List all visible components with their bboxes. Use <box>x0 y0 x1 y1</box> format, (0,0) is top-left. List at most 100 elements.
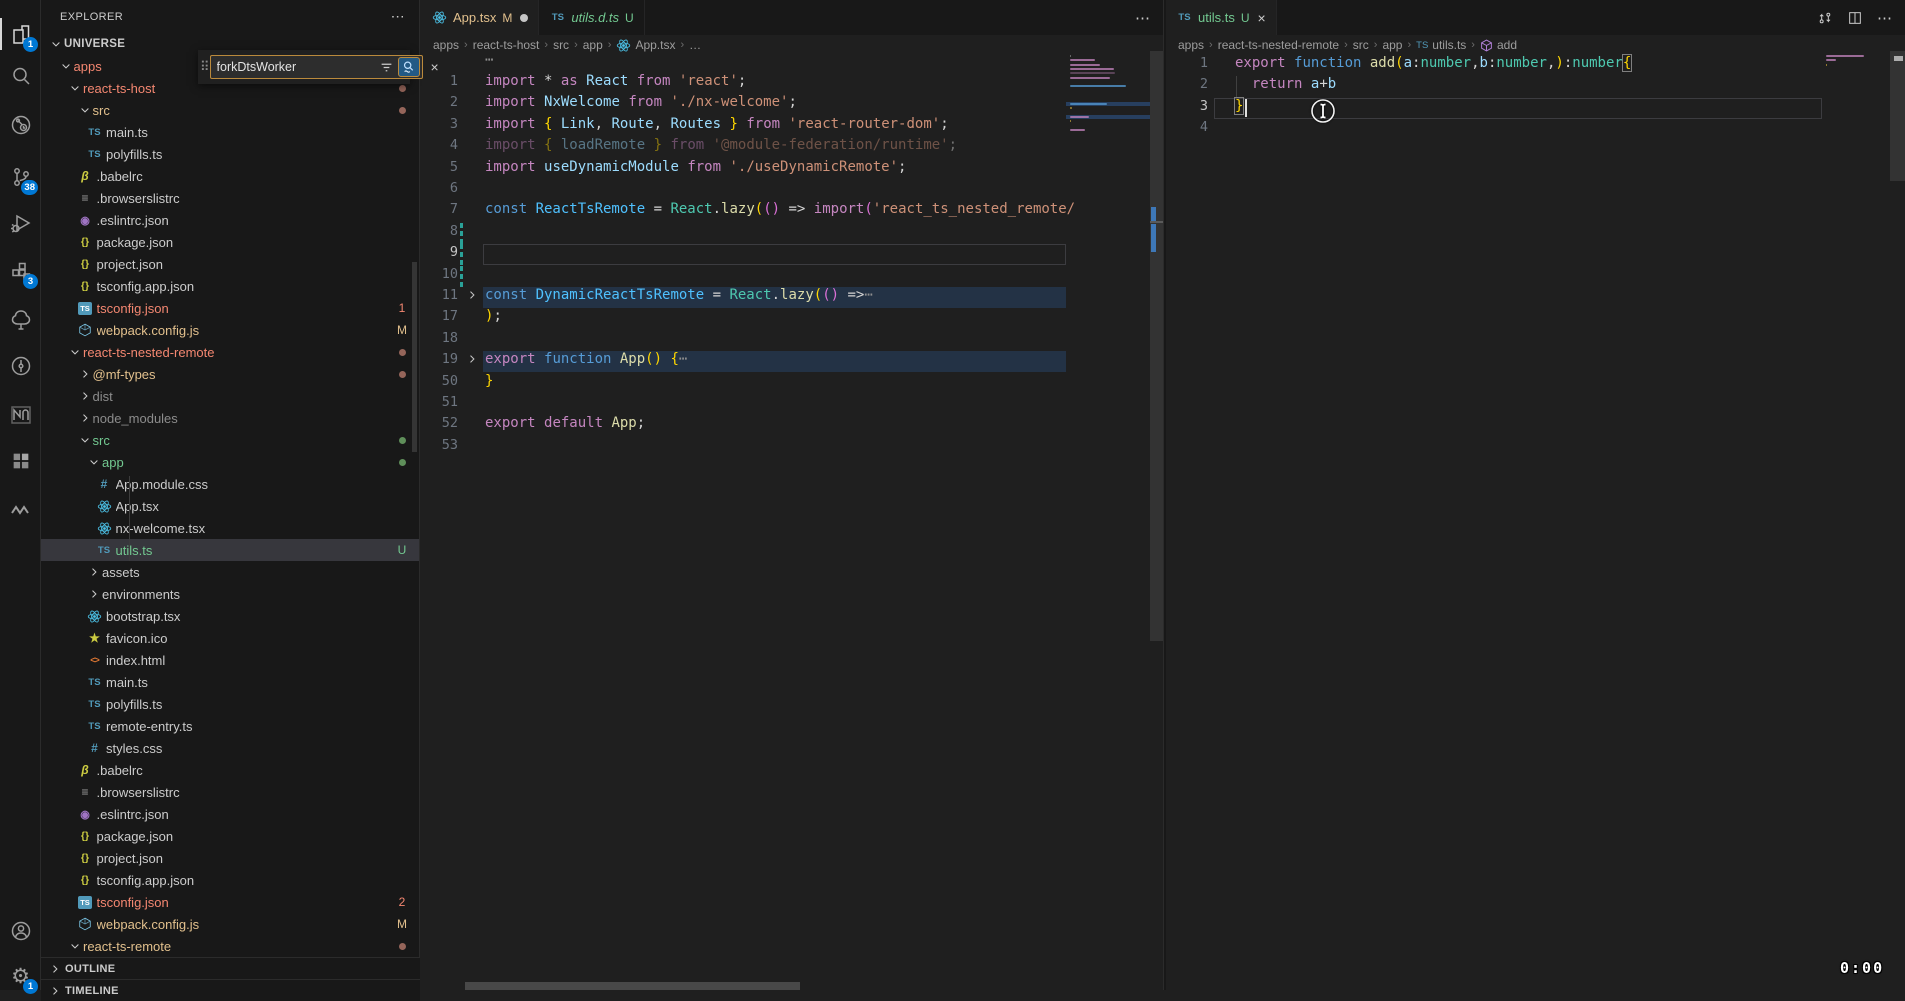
filter-icon[interactable] <box>378 61 396 74</box>
tree-file-package-json[interactable]: {}package.json <box>41 231 419 253</box>
timeline-section-header[interactable]: TIMELINE <box>41 979 420 1001</box>
tree-file-project-json[interactable]: {}project.json <box>41 847 419 869</box>
tree-folder-node-modules[interactable]: node_modules <box>41 407 419 429</box>
run-debug-icon[interactable] <box>0 203 41 243</box>
file-type-icon: TS <box>86 674 103 690</box>
editor-group-right: TSutils.tsU×⋯apps›react-ts-nested-remote… <box>1166 0 1905 990</box>
sidebar-scrollbar[interactable] <box>412 262 417 452</box>
tree-file-utils-ts[interactable]: TSutils.tsU <box>41 539 419 561</box>
extensions-icon[interactable]: 3 <box>0 251 41 291</box>
tree-file-tsconfig-app-json[interactable]: {}tsconfig.app.json <box>41 869 419 891</box>
find-widget-grip[interactable]: ⠿ <box>200 59 210 75</box>
dirty-indicator[interactable] <box>520 14 528 22</box>
tree-file-app-module-css[interactable]: #App.module.css <box>41 473 419 495</box>
breadcrumb-item[interactable]: src <box>1353 38 1369 52</box>
tree-file-project-json[interactable]: {}project.json <box>41 253 419 275</box>
tree-file-webpack-config-js[interactable]: webpack.config.jsM <box>41 319 419 341</box>
overview-ruler-marker <box>1894 56 1903 61</box>
line-number: 50 <box>421 373 458 389</box>
minimap[interactable] <box>1822 35 1890 990</box>
breadcrumb-item[interactable]: TSutils.ts <box>1416 38 1466 52</box>
tree-file-polyfills-ts[interactable]: TSpolyfills.ts <box>41 693 419 715</box>
find-close-icon[interactable]: × <box>427 59 443 75</box>
settings-gear-icon[interactable]: ⚙1 <box>0 956 41 996</box>
tree-folder-dist[interactable]: dist <box>41 385 419 407</box>
tree-file--browserslistrc[interactable]: ≡.browserslistrc <box>41 781 419 803</box>
breadcrumb-item[interactable]: apps <box>433 38 459 52</box>
search-icon[interactable] <box>0 56 41 96</box>
tree-folder--mf-types[interactable]: @mf-types <box>41 363 419 385</box>
wave-icon[interactable] <box>0 490 41 530</box>
tree-file-webpack-config-js[interactable]: webpack.config.jsM <box>41 913 419 935</box>
minimap[interactable] <box>1066 35 1150 990</box>
breadcrumb-item[interactable]: App.tsx <box>616 38 675 53</box>
breadcrumb-item[interactable]: react-ts-nested-remote <box>1218 38 1339 52</box>
more-icon[interactable]: ⋯ <box>1877 9 1893 27</box>
tree-folder-react-ts-remote[interactable]: react-ts-remote <box>41 935 419 957</box>
explorer-icon[interactable]: 1 <box>0 14 41 54</box>
breadcrumb-item[interactable]: app <box>1382 38 1402 52</box>
tree-file-app-tsx[interactable]: App.tsx <box>41 495 419 517</box>
breadcrumb-item[interactable]: add <box>1480 38 1517 52</box>
tab-utils-d-ts[interactable]: TSutils.d.tsU <box>539 0 644 35</box>
tab-utils-ts[interactable]: TSutils.tsU× <box>1166 0 1277 35</box>
tree-file-tsconfig-json[interactable]: TStsconfig.json1 <box>41 297 419 319</box>
tree-file-tsconfig-app-json[interactable]: {}tsconfig.app.json <box>41 275 419 297</box>
tree-check-icon[interactable] <box>0 300 41 340</box>
more-icon[interactable]: ⋯ <box>1135 9 1151 27</box>
sidebar-more-actions-icon[interactable]: ⋯ <box>391 8 405 25</box>
compare-icon[interactable] <box>1817 10 1833 26</box>
tree-folder-src[interactable]: src <box>41 429 419 451</box>
tree-file-styles-css[interactable]: #styles.css <box>41 737 419 759</box>
breadcrumb-item[interactable]: … <box>689 38 701 52</box>
tree-file-polyfills-ts[interactable]: TSpolyfills.ts <box>41 143 419 165</box>
outline-section-header[interactable]: OUTLINE <box>41 957 420 979</box>
tree-file--babelrc[interactable]: β.babelrc <box>41 759 419 781</box>
breadcrumb-item[interactable]: react-ts-host <box>473 38 540 52</box>
split-icon[interactable] <box>1847 10 1863 26</box>
tree-file-main-ts[interactable]: TSmain.ts <box>41 121 419 143</box>
file-type-icon: TS <box>1176 10 1193 26</box>
grid-icon[interactable] <box>0 441 41 481</box>
tree-file-main-ts[interactable]: TSmain.ts <box>41 671 419 693</box>
tree-file-nx-welcome-tsx[interactable]: nx-welcome.tsx <box>41 517 419 539</box>
tree-folder-src[interactable]: src <box>41 99 419 121</box>
tree-file-index-html[interactable]: <>index.html <box>41 649 419 671</box>
tree-find-input[interactable] <box>217 60 378 74</box>
tree-file--browserslistrc[interactable]: ≡.browserslistrc <box>41 187 419 209</box>
account-icon[interactable] <box>0 911 41 951</box>
tree-file-package-json[interactable]: {}package.json <box>41 825 419 847</box>
tree-item-label: .eslintrc.json <box>97 807 420 822</box>
tree-file-favicon-ico[interactable]: ★favicon.ico <box>41 627 419 649</box>
tree-folder-react-ts-nested-remote[interactable]: react-ts-nested-remote <box>41 341 419 363</box>
vertical-scrollbar[interactable] <box>1890 35 1905 990</box>
tree-file--eslintrc-json[interactable]: ◉.eslintrc.json <box>41 209 419 231</box>
source-control-icon[interactable]: 38 <box>0 157 41 197</box>
code-editor[interactable]: 1export function add(a:number,b:number,)… <box>1166 55 1905 990</box>
circle-commit-icon[interactable] <box>0 346 41 386</box>
breadcrumb-item[interactable]: src <box>553 38 569 52</box>
fold-chevron-icon[interactable] <box>466 289 478 304</box>
tree-file--babelrc[interactable]: β.babelrc <box>41 165 419 187</box>
tree-file-tsconfig-json[interactable]: TStsconfig.json2 <box>41 891 419 913</box>
breadcrumb-item[interactable]: apps <box>1178 38 1204 52</box>
fold-chevron-icon[interactable] <box>466 353 478 368</box>
fuzzy-search-toggle[interactable] <box>398 57 420 77</box>
code-editor[interactable]: ⋯1import * as React from 'react';2import… <box>421 55 1163 990</box>
tree-file-remote-entry-ts[interactable]: TSremote-entry.ts <box>41 715 419 737</box>
tree-file-bootstrap-tsx[interactable]: bootstrap.tsx <box>41 605 419 627</box>
breadcrumb-item[interactable]: app <box>583 38 603 52</box>
tree-folder-environments[interactable]: environments <box>41 583 419 605</box>
tree-file--eslintrc-json[interactable]: ◉.eslintrc.json <box>41 803 419 825</box>
file-type-icon: {} <box>77 234 94 250</box>
tab-app-tsx[interactable]: App.tsxM <box>421 0 539 35</box>
tree-item-label: styles.css <box>106 741 419 756</box>
code-line: 11const DynamicReactTsRemote = React.laz… <box>421 287 1163 308</box>
vertical-scrollbar[interactable] <box>1150 35 1163 990</box>
nx-console-icon[interactable] <box>0 395 41 435</box>
tree-folder-assets[interactable]: assets <box>41 561 419 583</box>
tree-folder-app[interactable]: app <box>41 451 419 473</box>
circle-branch-at-icon[interactable] <box>0 105 41 145</box>
close-icon[interactable]: × <box>1258 10 1266 26</box>
horizontal-scrollbar[interactable] <box>465 982 800 990</box>
